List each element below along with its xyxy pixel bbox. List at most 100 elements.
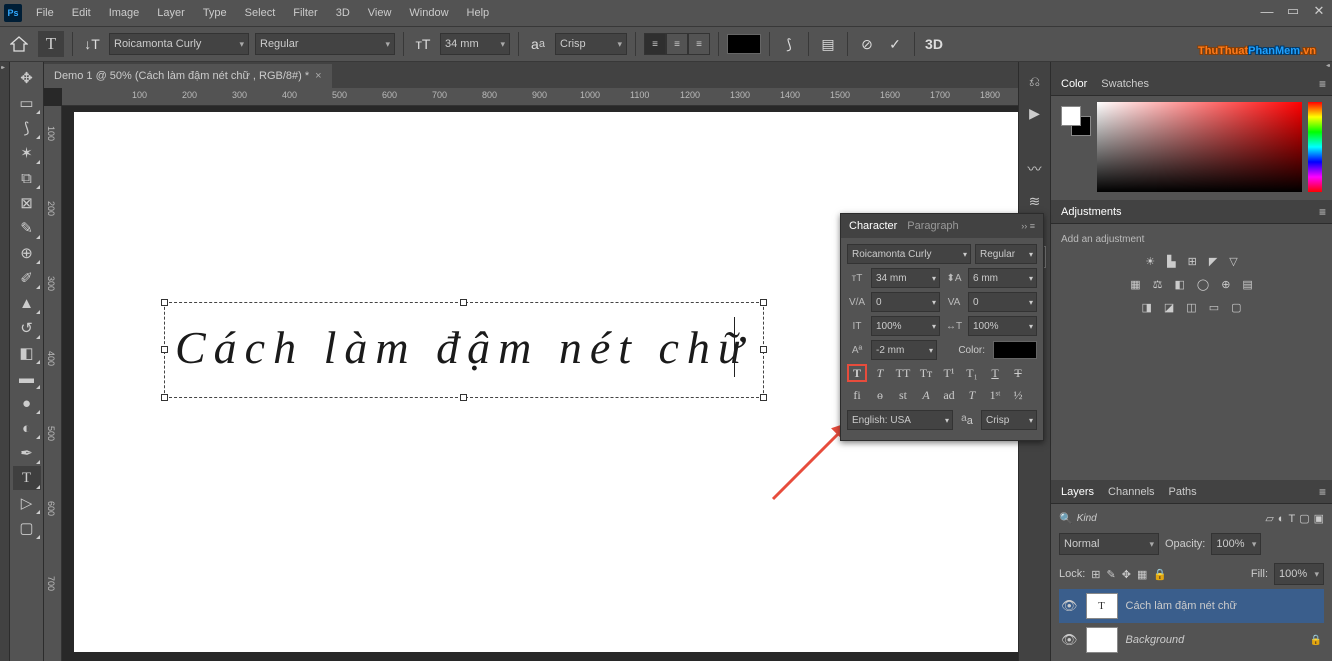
layer-item-text[interactable]: 👁 T Cách làm đậm nét chữ xyxy=(1059,589,1324,623)
align-center-button[interactable]: ≡ xyxy=(666,33,688,55)
opacity-dropdown[interactable]: 100% xyxy=(1211,533,1261,555)
handle-bl[interactable] xyxy=(161,394,168,401)
font-size-dropdown[interactable]: 34 mm xyxy=(440,33,510,55)
pen-tool[interactable]: ✒ xyxy=(13,441,41,465)
history-brush-tool[interactable]: ↺ xyxy=(13,316,41,340)
tab-color[interactable]: Color xyxy=(1061,78,1087,90)
filter-type-icon[interactable]: T xyxy=(1288,513,1295,525)
channel-mixer-icon[interactable]: ⊕ xyxy=(1221,278,1230,291)
stylistic-alt-button[interactable]: ad xyxy=(939,386,959,404)
tab-swatches[interactable]: Swatches xyxy=(1101,78,1149,90)
contextual-alt-button[interactable]: ɵ xyxy=(870,386,890,404)
tool-indicator[interactable]: T xyxy=(38,31,64,57)
strikethrough-button[interactable]: T xyxy=(1008,364,1028,382)
handle-tr[interactable] xyxy=(760,299,767,306)
char-vscale[interactable]: 100% xyxy=(871,316,940,336)
lock-paint-icon[interactable]: ✎ xyxy=(1107,568,1116,581)
tab-paths[interactable]: Paths xyxy=(1169,486,1197,498)
marquee-tool[interactable]: ▭ xyxy=(13,91,41,115)
char-font-weight[interactable]: Regular xyxy=(975,244,1037,264)
cancel-icon[interactable]: ⊘ xyxy=(856,33,878,55)
lock-pos-icon[interactable]: ✥ xyxy=(1122,568,1131,581)
tab-channels[interactable]: Channels xyxy=(1108,486,1154,498)
layer-filter-kind[interactable]: Kind xyxy=(1077,513,1262,524)
char-font-size[interactable]: 34 mm xyxy=(871,268,940,288)
handle-mr[interactable] xyxy=(760,346,767,353)
menu-select[interactable]: Select xyxy=(237,3,284,23)
commit-icon[interactable]: ✓ xyxy=(884,33,906,55)
menu-filter[interactable]: Filter xyxy=(285,3,325,23)
exposure-icon[interactable]: ◤ xyxy=(1209,255,1217,268)
brightness-icon[interactable]: ☀ xyxy=(1145,255,1155,268)
blend-mode-dropdown[interactable]: Normal xyxy=(1059,533,1159,555)
menu-window[interactable]: Window xyxy=(401,3,456,23)
brush-tool[interactable]: ✐ xyxy=(13,266,41,290)
left-collapse-strip[interactable] xyxy=(0,62,10,661)
document-tab[interactable]: Demo 1 @ 50% (Cách làm đậm nét chữ , RGB… xyxy=(44,64,332,88)
path-select-tool[interactable]: ▷ xyxy=(13,491,41,515)
3d-button[interactable]: 3D xyxy=(923,33,945,55)
right-collapse-strip[interactable] xyxy=(1051,62,1332,72)
ordinals-button[interactable]: 1ˢᵗ xyxy=(985,386,1005,404)
eraser-tool[interactable]: ◧ xyxy=(13,341,41,365)
foreground-background-swatch[interactable] xyxy=(1061,106,1091,136)
text-color-swatch[interactable] xyxy=(727,34,761,54)
faux-italic-button[interactable]: T xyxy=(870,364,890,382)
tab-close-icon[interactable]: × xyxy=(315,70,321,82)
frame-tool[interactable]: ⊠ xyxy=(13,191,41,215)
faux-bold-button[interactable]: T xyxy=(847,364,867,382)
menu-image[interactable]: Image xyxy=(101,3,148,23)
char-color-swatch[interactable] xyxy=(993,341,1037,359)
photo-filter-icon[interactable]: ◯ xyxy=(1197,278,1209,291)
character-panel[interactable]: Character Paragraph ›› ≡ Roicamonta Curl… xyxy=(840,213,1044,441)
all-caps-button[interactable]: TT xyxy=(893,364,913,382)
brush-settings-icon[interactable]: ≋ xyxy=(1024,190,1046,212)
handle-tm[interactable] xyxy=(460,299,467,306)
vibrance-icon[interactable]: ▽ xyxy=(1229,255,1237,268)
filter-pixel-icon[interactable]: ▱ xyxy=(1265,512,1273,525)
curves-icon[interactable]: ⊞ xyxy=(1188,255,1197,268)
gradient-map-icon[interactable]: ▭ xyxy=(1209,301,1219,314)
handle-bm[interactable] xyxy=(460,394,467,401)
filter-adjust-icon[interactable]: ◐ xyxy=(1278,513,1285,525)
tab-character[interactable]: Character xyxy=(849,220,897,232)
align-left-button[interactable]: ≡ xyxy=(644,33,666,55)
brushes-icon[interactable]: 〰 xyxy=(1024,158,1046,180)
lock-trans-icon[interactable]: ⊞ xyxy=(1091,568,1100,581)
menu-view[interactable]: View xyxy=(360,3,400,23)
bw-icon[interactable]: ◧ xyxy=(1174,278,1184,291)
crop-tool[interactable]: ⧉ xyxy=(13,166,41,190)
history-icon[interactable]: ⎌ xyxy=(1024,70,1046,92)
fractions-button[interactable]: ½ xyxy=(1008,386,1028,404)
color-picker[interactable] xyxy=(1097,102,1302,192)
maximize-icon[interactable]: ▭ xyxy=(1286,4,1300,18)
font-weight-dropdown[interactable]: Regular xyxy=(255,33,395,55)
layer-name[interactable]: Background xyxy=(1126,634,1185,646)
type-tool[interactable]: T xyxy=(13,466,41,490)
lookup-icon[interactable]: ▤ xyxy=(1242,278,1252,291)
play-icon[interactable]: ▶ xyxy=(1024,102,1046,124)
lock-nest-icon[interactable]: ▦ xyxy=(1137,568,1147,581)
align-right-button[interactable]: ≡ xyxy=(688,33,710,55)
tab-paragraph[interactable]: Paragraph xyxy=(907,220,958,232)
layer-name[interactable]: Cách làm đậm nét chữ xyxy=(1126,600,1237,612)
lock-all-icon[interactable]: 🔒 xyxy=(1153,568,1167,581)
underline-button[interactable]: T xyxy=(985,364,1005,382)
eyedropper-tool[interactable]: ✎ xyxy=(13,216,41,240)
tab-adjustments[interactable]: Adjustments xyxy=(1061,206,1122,218)
dodge-tool[interactable]: ◐ xyxy=(13,416,41,440)
layer-item-background[interactable]: 👁 Background 🔒 xyxy=(1059,623,1324,657)
char-tracking[interactable]: 0 xyxy=(968,292,1037,312)
fill-dropdown[interactable]: 100% xyxy=(1274,563,1324,585)
char-language[interactable]: English: USA xyxy=(847,410,953,430)
handle-tl[interactable] xyxy=(161,299,168,306)
handle-ml[interactable] xyxy=(161,346,168,353)
font-family-dropdown[interactable]: Roicamonta Curly xyxy=(109,33,249,55)
titling-alt-button[interactable]: T xyxy=(962,386,982,404)
move-tool[interactable]: ✥ xyxy=(13,66,41,90)
panel-collapse-icon[interactable]: ›› ≡ xyxy=(1021,221,1035,231)
shape-tool[interactable]: ▢ xyxy=(13,516,41,540)
hue-sat-icon[interactable]: ▦ xyxy=(1130,278,1140,291)
selective-color-icon[interactable]: ▢ xyxy=(1231,301,1241,314)
subscript-button[interactable]: T₁ xyxy=(962,364,982,382)
